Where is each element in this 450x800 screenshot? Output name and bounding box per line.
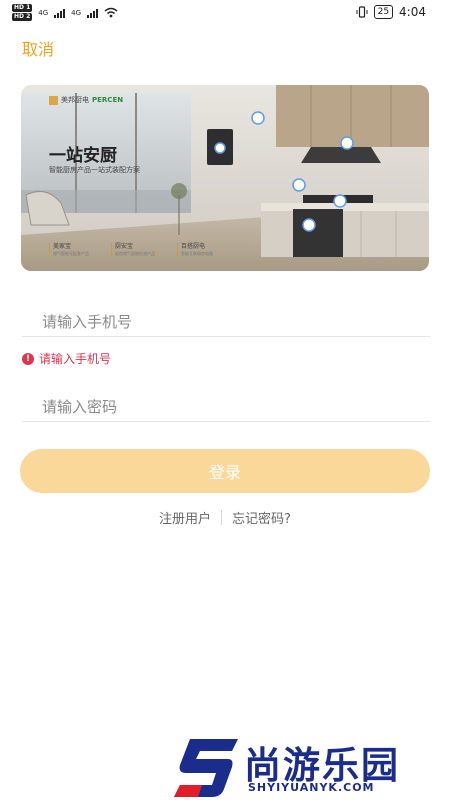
banner-tag-desc: 燃气智能化配套产品 <box>53 251 89 256</box>
account-links: 注册用户 忘记密码? <box>0 508 450 527</box>
login-button[interactable]: 登录 <box>20 449 430 493</box>
clock: 4:04 <box>399 5 426 19</box>
watermark-url: SHYIYUANYK.COM <box>248 781 375 794</box>
sim-indicators: HD 1 HD 2 <box>12 4 33 21</box>
promo-banner: 美邦厨电 PERCEN 一站安厨 智能厨房产品一站式装配方案 美家宝 燃气智能化… <box>21 85 429 271</box>
watermark: 尚游乐园 SHYIYUANYK.COM <box>172 733 450 800</box>
battery-level: 25 <box>377 7 390 17</box>
banner-tag: 厨安宝 厨房燃气智能检测产品 <box>111 243 155 257</box>
status-bar: HD 1 HD 2 4G 4G 25 4:04 <box>0 0 450 28</box>
banner-tags: 美家宝 燃气智能化配套产品 厨安宝 厨房燃气智能检测产品 百搭厨电 智能互联厨房… <box>49 243 213 257</box>
banner-subtitle: 智能厨房产品一站式装配方案 <box>49 166 140 174</box>
signal-icon <box>54 8 66 18</box>
error-icon: ! <box>22 352 34 365</box>
banner-tag-desc: 智能互联厨房电器 <box>181 251 213 256</box>
banner-tag-title: 百搭厨电 <box>181 243 206 250</box>
banner-brand: 美邦厨电 PERCEN <box>49 95 123 105</box>
network1-label: 4G <box>38 8 49 17</box>
banner-tag: 美家宝 燃气智能化配套产品 <box>49 243 89 257</box>
phone-error: ! 请输入手机号 <box>22 350 111 367</box>
brand-name-en: PERCEN <box>92 96 124 104</box>
forgot-password-link[interactable]: 忘记密码? <box>232 508 291 527</box>
battery-icon: 25 <box>373 5 394 19</box>
sim1-label: HD 1 <box>12 4 33 12</box>
banner-tag: 百搭厨电 智能互联厨房电器 <box>177 243 213 257</box>
sim2-label: HD 2 <box>12 13 33 21</box>
phone-input[interactable] <box>40 306 424 338</box>
banner-title: 一站安厨 <box>49 146 117 166</box>
brand-logo-icon <box>49 95 58 105</box>
error-text: 请输入手机号 <box>39 352 112 366</box>
network2-label: 4G <box>71 8 82 17</box>
banner-tag-title: 厨安宝 <box>115 243 134 250</box>
status-left: HD 1 HD 2 4G 4G <box>12 4 118 21</box>
register-link[interactable]: 注册用户 <box>159 508 211 527</box>
password-field <box>22 391 430 423</box>
brand-name: 美邦厨电 <box>61 96 89 104</box>
signal-icon <box>87 8 99 18</box>
watermark-logo-icon <box>174 739 238 797</box>
cancel-button[interactable]: 取消 <box>22 36 54 60</box>
banner-tag-desc: 厨房燃气智能检测产品 <box>115 251 155 256</box>
password-input[interactable] <box>40 391 424 423</box>
banner-tag-title: 美家宝 <box>53 243 72 250</box>
wifi-icon <box>104 7 118 18</box>
phone-field <box>22 306 430 338</box>
link-divider <box>221 510 223 525</box>
vibrate-icon <box>356 6 368 18</box>
status-right: 25 4:04 <box>356 5 426 19</box>
